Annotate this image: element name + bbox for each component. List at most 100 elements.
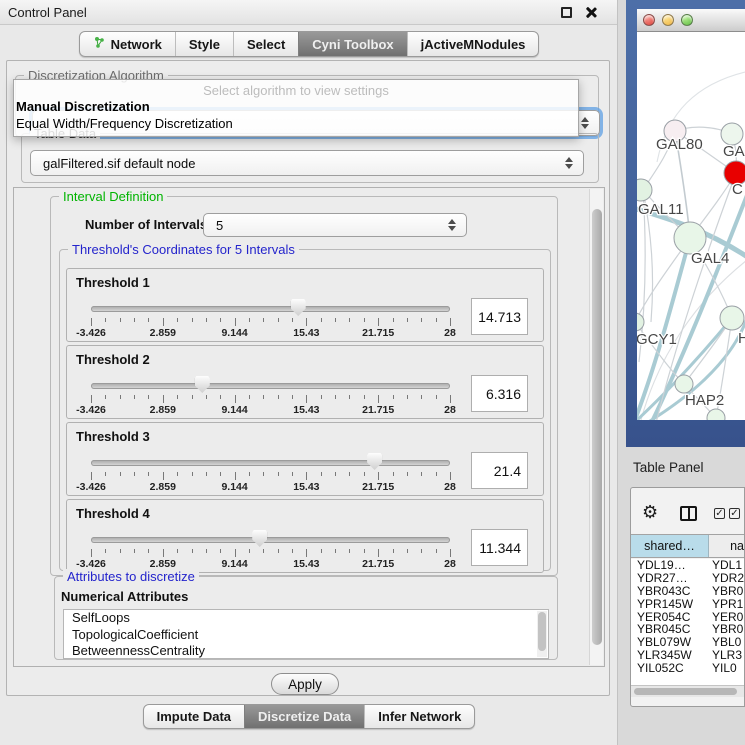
tick-mark xyxy=(249,472,250,476)
slider-thumb[interactable] xyxy=(195,376,210,393)
network-node-ga[interactable] xyxy=(721,123,743,145)
control-panel-window: Control Panel NetworkStyleSelectCyni Too… xyxy=(0,0,618,745)
table-row[interactable]: YBR043CYBR0 xyxy=(631,585,745,598)
tick-mark xyxy=(105,318,106,322)
cell-shared-name[interactable]: YBR043C xyxy=(631,585,709,598)
column-layout-icon[interactable] xyxy=(680,506,697,521)
cell-name[interactable]: YLR3 xyxy=(709,649,745,662)
tab-label: Infer Network xyxy=(378,709,461,724)
network-node-label: C xyxy=(732,181,743,198)
cell-name[interactable]: YPR1 xyxy=(709,598,745,611)
table-horizontal-scrollbar[interactable] xyxy=(631,685,745,697)
tab-label: jActiveMNodules xyxy=(421,37,526,52)
number-of-intervals-select[interactable]: 5 xyxy=(203,213,467,237)
tick-mark xyxy=(148,395,149,399)
tab-jactivemnodules[interactable]: jActiveMNodules xyxy=(407,32,539,56)
threshold-slider[interactable] xyxy=(91,460,450,466)
tick-label: 9.144 xyxy=(221,481,247,493)
zoom-traffic-light-icon[interactable] xyxy=(681,14,693,26)
table-row[interactable]: YBL079WYBL0 xyxy=(631,636,745,649)
threshold-value-input[interactable]: 11.344 xyxy=(471,529,528,566)
threshold-slider[interactable] xyxy=(91,537,450,543)
attribute-item-betweennesscentrality[interactable]: BetweennessCentrality xyxy=(64,643,548,659)
tab-style[interactable]: Style xyxy=(175,32,233,56)
algorithm-option-equal-width-frequency-discretization[interactable]: Equal Width/Frequency Discretization xyxy=(16,116,576,131)
tab-impute-data[interactable]: Impute Data xyxy=(144,705,244,728)
table-row[interactable]: YDR27…YDR2 xyxy=(631,572,745,585)
tick-mark xyxy=(235,472,236,480)
bottom-tab-bar: Impute DataDiscretize Data Infer Network xyxy=(0,704,618,729)
scrollbar-thumb[interactable] xyxy=(634,688,737,695)
algorithm-option-manual-discretization[interactable]: Manual Discretization xyxy=(16,99,576,114)
table-rows: YDL19…YDL1YDR27…YDR2YBR043CYBR0YPR145WYP… xyxy=(631,559,745,685)
table-row[interactable]: YDL19…YDL1 xyxy=(631,559,745,572)
network-node-h[interactable] xyxy=(720,306,744,330)
cell-shared-name[interactable]: YLR345W xyxy=(631,649,709,662)
tick-mark xyxy=(335,318,336,322)
screen: { "titlebar": { "title": "Control Panel"… xyxy=(0,0,745,745)
column-header-shared-name[interactable]: shared… xyxy=(631,535,709,557)
control-panel-titlebar: Control Panel xyxy=(0,0,617,25)
float-window-icon[interactable] xyxy=(561,7,572,18)
threshold-slider[interactable] xyxy=(91,383,450,389)
table-row[interactable]: YPR145WYPR1 xyxy=(631,598,745,611)
cell-shared-name[interactable]: YBL079W xyxy=(631,636,709,649)
cell-shared-name[interactable]: YBR045C xyxy=(631,623,709,636)
table-data-select[interactable]: galFiltered.sif default node xyxy=(30,150,584,176)
slider-thumb[interactable] xyxy=(367,453,382,470)
tick-mark xyxy=(364,395,365,399)
slider-thumb[interactable] xyxy=(252,530,267,547)
network-view-window[interactable]: GAL80GACGAL11GAL4GCY1HHAP2 xyxy=(626,0,745,447)
cell-shared-name[interactable]: YDL19… xyxy=(631,559,709,572)
tab-infer-network[interactable]: Infer Network xyxy=(364,705,474,728)
network-window-titlebar[interactable] xyxy=(637,9,745,32)
tab-network[interactable]: Network xyxy=(80,32,175,56)
tick-mark xyxy=(235,318,236,326)
tick-mark xyxy=(364,472,365,476)
cell-shared-name[interactable]: YER054C xyxy=(631,611,709,624)
close-traffic-light-icon[interactable] xyxy=(643,14,655,26)
cell-name[interactable]: YBR0 xyxy=(709,623,745,636)
cell-name[interactable]: YBR0 xyxy=(709,585,745,598)
tab-discretize-data[interactable]: Discretize Data xyxy=(244,705,364,728)
network-node-hap2[interactable] xyxy=(675,375,693,393)
cell-name[interactable]: YDR2 xyxy=(709,572,745,585)
table-row[interactable]: YBR045CYBR0 xyxy=(631,623,745,636)
scrollbar-thumb[interactable] xyxy=(592,209,602,645)
tick-mark xyxy=(436,318,437,322)
close-icon[interactable] xyxy=(584,6,597,19)
cell-name[interactable]: YER0 xyxy=(709,611,745,624)
threshold-value-input[interactable]: 14.713 xyxy=(471,298,528,335)
apply-button[interactable]: Apply xyxy=(271,673,339,695)
table-row[interactable]: YIL052CYIL0 xyxy=(631,662,745,675)
cell-shared-name[interactable]: YDR27… xyxy=(631,572,709,585)
network-canvas[interactable]: GAL80GACGAL11GAL4GCY1HHAP2 xyxy=(637,32,745,420)
tick-mark xyxy=(249,395,250,399)
checkbox-icon[interactable]: ✓ xyxy=(729,508,740,519)
threshold-value-input[interactable]: 6.316 xyxy=(471,375,528,412)
attribute-item-selfloops[interactable]: SelfLoops xyxy=(64,610,548,627)
cell-name[interactable]: YDL1 xyxy=(709,559,745,572)
cell-shared-name[interactable]: YPR145W xyxy=(631,598,709,611)
table-row[interactable]: YER054CYER0 xyxy=(631,611,745,624)
attribute-item-topologicalcoefficient[interactable]: TopologicalCoefficient xyxy=(64,627,548,644)
cell-name[interactable]: YBL0 xyxy=(709,636,745,649)
numerical-attributes-list[interactable]: SelfLoopsTopologicalCoefficientBetweenne… xyxy=(63,609,549,659)
tick-label: 2.859 xyxy=(150,327,176,339)
tab-select[interactable]: Select xyxy=(233,32,298,56)
tick-mark xyxy=(306,549,307,557)
minimize-traffic-light-icon[interactable] xyxy=(662,14,674,26)
thresholds-group: Threshold's Coordinates for 5 Intervals … xyxy=(59,249,551,571)
gear-icon[interactable]: ⚙ xyxy=(642,503,658,521)
attributes-list-scrollbar[interactable] xyxy=(537,611,547,657)
tab-cyni-toolbox[interactable]: Cyni Toolbox xyxy=(298,32,406,56)
cell-shared-name[interactable]: YIL052C xyxy=(631,662,709,675)
threshold-value-input[interactable]: 21.4 xyxy=(471,452,528,489)
slider-thumb[interactable] xyxy=(291,299,306,316)
checkbox-icon[interactable]: ✓ xyxy=(714,508,725,519)
threshold-slider[interactable] xyxy=(91,306,450,312)
column-header-name[interactable]: na xyxy=(709,535,745,557)
cell-name[interactable]: YIL0 xyxy=(709,662,745,675)
table-row[interactable]: YLR345WYLR3 xyxy=(631,649,745,662)
settings-vertical-scrollbar[interactable] xyxy=(589,189,603,665)
